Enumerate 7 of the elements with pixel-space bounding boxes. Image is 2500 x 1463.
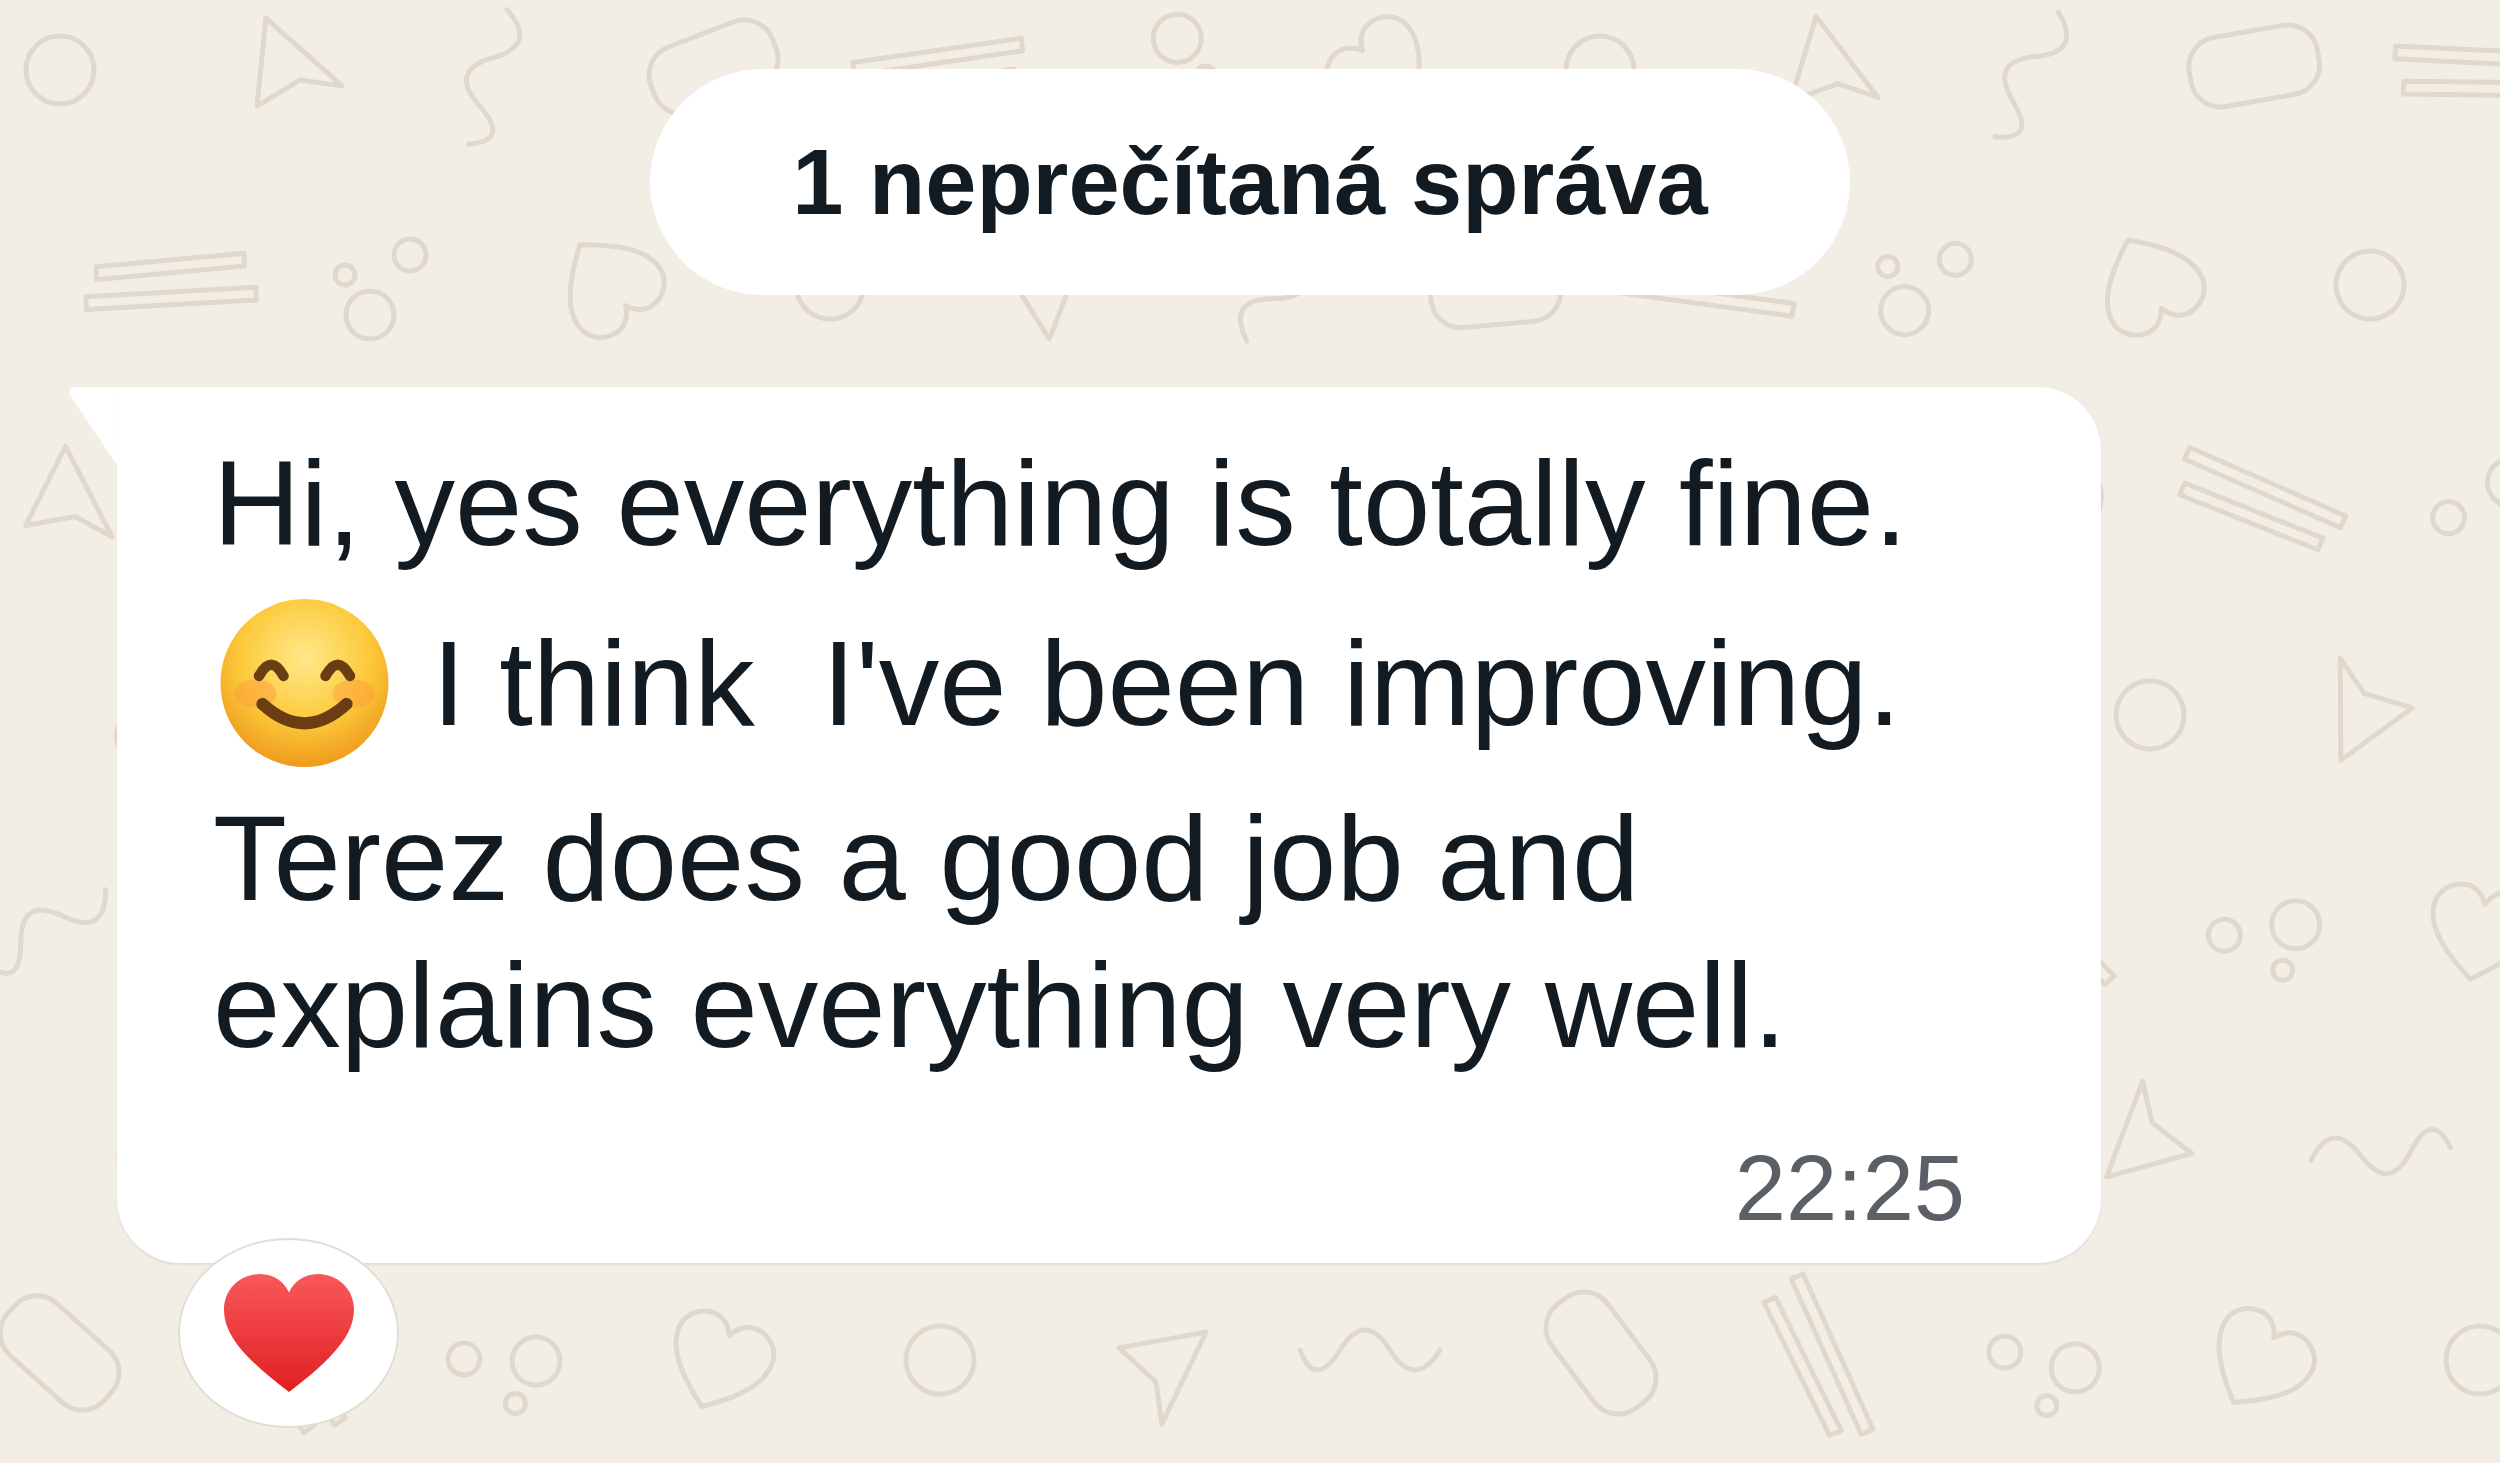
heart-icon	[223, 1274, 354, 1392]
unread-messages-banner: 1 neprečítaná správa	[650, 69, 1850, 295]
message-text: Hi, yes everything is totally fine.	[213, 435, 1908, 571]
message-text: I think I've been improving.	[432, 613, 1902, 753]
message-text: Terez does a good job and explains everything very well.	[213, 790, 1787, 1073]
message-time: 22:25	[1734, 1142, 1965, 1234]
smiling-face-icon	[219, 599, 390, 767]
